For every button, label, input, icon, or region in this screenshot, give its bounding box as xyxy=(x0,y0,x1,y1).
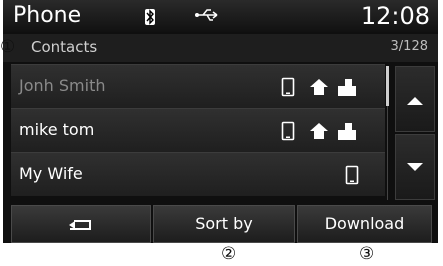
usb-icon xyxy=(195,7,221,27)
mobile-phone-icon xyxy=(281,121,295,145)
mobile-phone-icon xyxy=(281,77,295,101)
bluetooth-icon xyxy=(145,9,155,25)
download-button[interactable]: Download xyxy=(297,205,432,243)
contacts-header: Contacts 3/128 xyxy=(3,34,438,62)
contact-name: My Wife xyxy=(19,164,83,183)
back-arrow-icon xyxy=(69,220,91,230)
scroll-up-button[interactable] xyxy=(395,66,435,132)
scroll-down-button[interactable] xyxy=(395,134,435,200)
app-title: Phone xyxy=(13,3,82,28)
download-label: Download xyxy=(324,214,405,233)
scroll-track xyxy=(387,106,388,200)
sort-by-button[interactable]: Sort by xyxy=(153,205,295,243)
sort-by-label: Sort by xyxy=(195,214,253,233)
back-button[interactable] xyxy=(11,205,151,243)
home-icon xyxy=(309,121,329,145)
contact-name: mike tom xyxy=(19,120,95,139)
arrow-down-icon xyxy=(407,163,423,171)
contact-row[interactable]: mike tom xyxy=(11,108,385,152)
clock: 12:08 xyxy=(360,2,430,30)
scroll-thumb[interactable] xyxy=(386,66,389,106)
contact-row[interactable]: My Wife xyxy=(11,152,385,196)
contact-count: 3/128 xyxy=(390,39,428,54)
arrow-up-icon xyxy=(407,97,423,105)
contact-row[interactable]: Jonh Smith xyxy=(11,64,385,108)
header-label: Contacts xyxy=(31,38,98,56)
phone-screen: Phone 12:08 Contacts 3/128 Jonh Smith mi… xyxy=(3,0,438,243)
bottom-toolbar: Sort by Download xyxy=(3,205,438,243)
mobile-phone-icon xyxy=(345,165,359,189)
contact-name: Jonh Smith xyxy=(19,76,106,95)
status-bar: Phone 12:08 xyxy=(3,0,438,32)
office-icon xyxy=(337,77,357,101)
office-icon xyxy=(337,121,357,145)
callout-1: ① xyxy=(0,37,16,57)
callout-3: ③ xyxy=(359,244,375,264)
callout-2: ② xyxy=(221,244,237,264)
home-icon xyxy=(309,77,329,101)
